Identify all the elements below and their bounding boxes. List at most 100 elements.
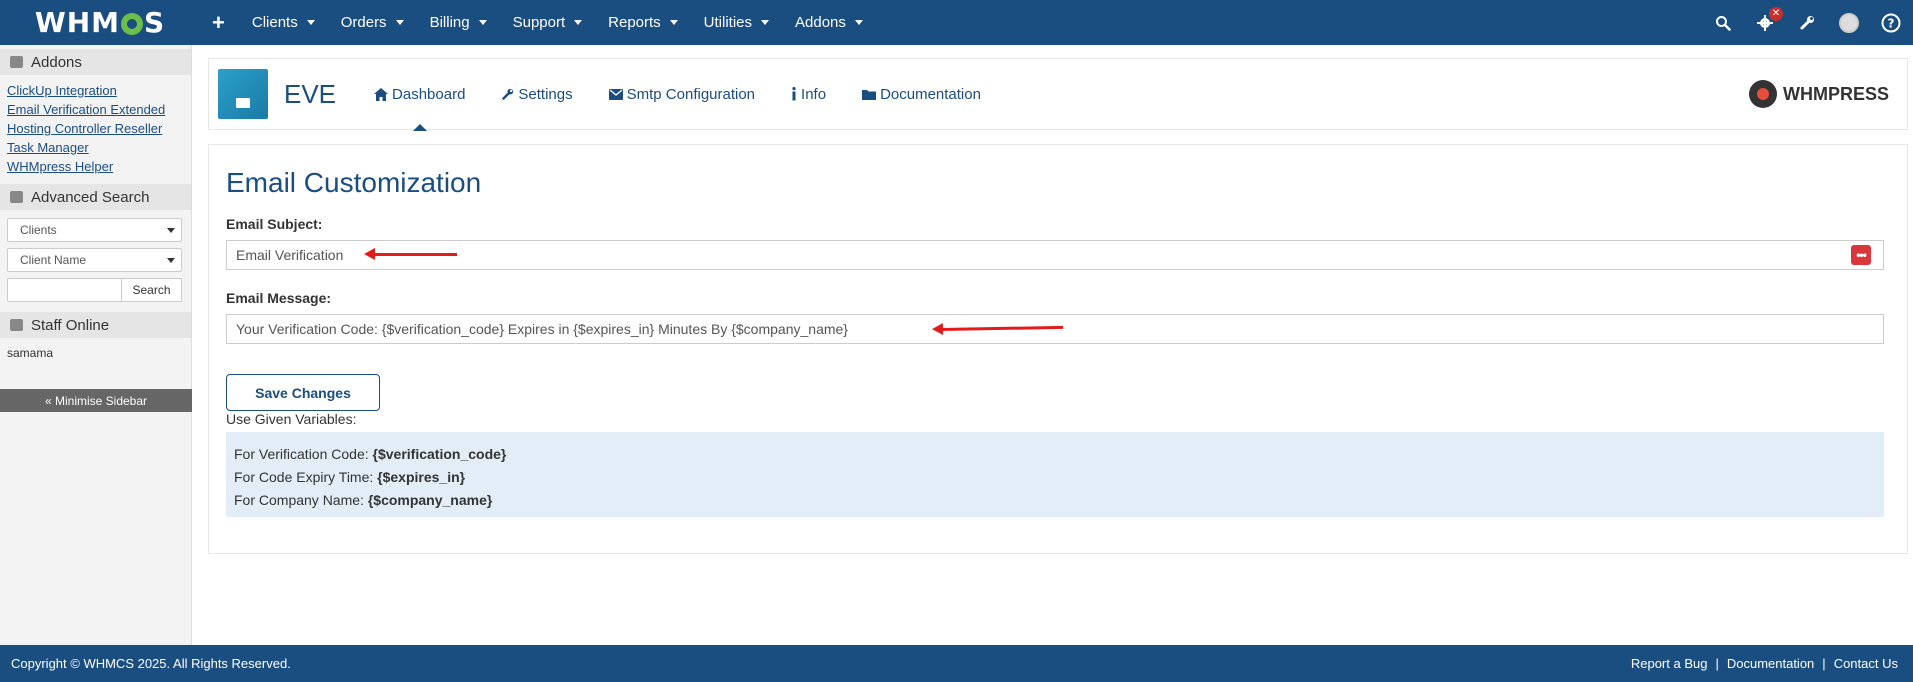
nav-clients-label: Clients bbox=[251, 14, 298, 31]
quick-add-button[interactable]: + bbox=[198, 10, 239, 36]
sidebar-search-button[interactable]: Search bbox=[122, 278, 182, 302]
nav-utilities-label: Utilities bbox=[703, 14, 753, 31]
nav-clients[interactable]: Clients bbox=[239, 14, 328, 31]
search-type-value: Clients bbox=[20, 223, 57, 237]
tab-dashboard[interactable]: Dashboard bbox=[356, 58, 483, 131]
tab-smtp-configuration[interactable]: Smtp Configuration bbox=[591, 58, 773, 130]
help-icon[interactable]: ? bbox=[1881, 13, 1901, 33]
home-icon bbox=[374, 87, 389, 101]
variable-company-name: For Company Name: {$company_name} bbox=[234, 489, 1876, 512]
search-type-select[interactable]: Clients bbox=[7, 218, 182, 242]
nav-reports-label: Reports bbox=[608, 14, 661, 31]
chevron-down-icon bbox=[167, 227, 175, 233]
svg-text:?: ? bbox=[1888, 16, 1895, 30]
tab-documentation-label: Documentation bbox=[880, 85, 981, 103]
staff-online-heading: Staff Online bbox=[0, 312, 191, 338]
password-manager-icon[interactable]: ••• bbox=[1851, 245, 1871, 265]
advanced-search-form: Clients Client Name Search bbox=[0, 210, 191, 308]
users-icon bbox=[10, 319, 23, 331]
sidebar-search-input[interactable] bbox=[7, 278, 122, 302]
tab-settings[interactable]: Settings bbox=[483, 58, 590, 130]
variable-token: {$company_name} bbox=[367, 492, 493, 508]
copyright: Copyright © WHMCS 2025. All Rights Reser… bbox=[11, 656, 291, 671]
tab-documentation[interactable]: Documentation bbox=[844, 58, 999, 130]
whmpress-brand[interactable]: WHMPRESS bbox=[1748, 80, 1889, 108]
sidebar-link-task-manager[interactable]: Task Manager bbox=[7, 138, 184, 157]
whmpress-brand-label: WHMPRESS bbox=[1782, 83, 1889, 104]
sidebar: Addons ClickUp Integration Email Verific… bbox=[0, 45, 192, 645]
eve-module-logo bbox=[218, 69, 268, 119]
binoculars-icon bbox=[10, 191, 23, 203]
chevron-down-icon bbox=[478, 20, 487, 25]
email-customization-panel: Email Customization Email Subject: Email… bbox=[208, 144, 1908, 554]
logo-text-right: S bbox=[144, 6, 166, 39]
search-field-select[interactable]: Client Name bbox=[7, 248, 182, 272]
variable-verification-code: For Verification Code: {$verification_co… bbox=[234, 443, 1876, 466]
footer-links: Report a Bug | Documentation | Contact Us bbox=[1627, 656, 1902, 671]
nav-utilities[interactable]: Utilities bbox=[691, 14, 782, 31]
tab-settings-label: Settings bbox=[518, 85, 573, 103]
staff-online-heading-label: Staff Online bbox=[31, 316, 110, 334]
nav-support-label: Support bbox=[512, 14, 566, 31]
tab-info[interactable]: Info bbox=[773, 58, 844, 130]
tab-dashboard-label: Dashboard bbox=[392, 85, 466, 103]
search-icon[interactable] bbox=[1713, 13, 1733, 33]
footer: Copyright © WHMCS 2025. All Rights Reser… bbox=[0, 645, 1913, 682]
nav-support[interactable]: Support bbox=[500, 14, 596, 31]
chevron-down-icon bbox=[574, 20, 583, 25]
chevron-down-icon bbox=[167, 257, 175, 263]
chevron-down-icon bbox=[854, 20, 863, 25]
email-subject-label: Email Subject: bbox=[226, 216, 323, 232]
minimise-sidebar-button[interactable]: « Minimise Sidebar bbox=[0, 389, 192, 412]
sidebar-link-email-verification[interactable]: Email Verification Extended bbox=[7, 100, 184, 119]
nav-billing[interactable]: Billing bbox=[417, 14, 500, 31]
tab-smtp-label: Smtp Configuration bbox=[626, 85, 756, 103]
use-given-variables-label: Use Given Variables: bbox=[226, 411, 357, 427]
variable-token: {$expires_in} bbox=[377, 469, 466, 485]
variable-label: For Code Expiry Time: bbox=[234, 469, 378, 485]
chevron-down-icon bbox=[395, 20, 404, 25]
module-header: EVE Dashboard Settings Smtp Configuratio… bbox=[208, 58, 1908, 131]
info-icon bbox=[792, 87, 796, 101]
sidebar-link-whmpress-helper[interactable]: WHMpress Helper bbox=[7, 157, 184, 176]
top-navigation: WHM S + Clients Orders Billing Support Re… bbox=[0, 0, 1913, 45]
sidebar-link-clickup[interactable]: ClickUp Integration bbox=[7, 81, 184, 100]
logo-gear-icon bbox=[121, 12, 143, 35]
footer-link-documentation[interactable]: Documentation bbox=[1727, 656, 1814, 671]
variable-label: For Verification Code: bbox=[234, 446, 373, 462]
sidebar-search: Search bbox=[7, 278, 182, 302]
search-field-value: Client Name bbox=[20, 253, 87, 267]
email-message-value: Your Verification Code: {$verification_c… bbox=[236, 321, 848, 337]
advanced-search-heading: Advanced Search bbox=[0, 184, 191, 210]
gear-icon[interactable]: ✕ bbox=[1755, 6, 1783, 33]
variable-token: {$verification_code} bbox=[372, 446, 507, 462]
logo-text-left: WHM bbox=[34, 6, 120, 39]
wrench-icon[interactable] bbox=[1797, 13, 1817, 33]
save-changes-button[interactable]: Save Changes bbox=[226, 374, 380, 411]
whmpress-logo-icon bbox=[1748, 80, 1777, 108]
footer-link-contact-us[interactable]: Contact Us bbox=[1834, 656, 1898, 671]
nav-reports[interactable]: Reports bbox=[595, 14, 691, 31]
variable-label: For Company Name: bbox=[234, 492, 368, 508]
nav-orders-label: Orders bbox=[340, 14, 387, 31]
nav-addons[interactable]: Addons bbox=[782, 14, 876, 31]
notification-badge: ✕ bbox=[1769, 6, 1783, 21]
footer-separator: | bbox=[1715, 656, 1719, 671]
footer-separator: | bbox=[1822, 656, 1826, 671]
avatar[interactable] bbox=[1839, 12, 1859, 33]
page-title: Email Customization bbox=[226, 167, 482, 198]
wrench-icon bbox=[502, 88, 514, 100]
email-subject-value: Email Verification bbox=[236, 247, 344, 263]
addons-links: ClickUp Integration Email Verification E… bbox=[0, 75, 191, 180]
whmcs-logo[interactable]: WHM S bbox=[0, 0, 200, 45]
nav-orders[interactable]: Orders bbox=[328, 14, 417, 31]
folder-icon bbox=[862, 89, 877, 100]
sidebar-link-hosting-controller[interactable]: Hosting Controller Reseller bbox=[7, 119, 184, 138]
nav-addons-label: Addons bbox=[795, 14, 846, 31]
email-subject-input[interactable]: Email Verification ••• bbox=[226, 240, 1884, 270]
staff-member: samama bbox=[7, 346, 54, 360]
nav-right-icons: ✕ ? bbox=[1713, 6, 1913, 33]
variables-box: For Verification Code: {$verification_co… bbox=[226, 432, 1884, 517]
footer-link-report-bug[interactable]: Report a Bug bbox=[1631, 656, 1708, 671]
chevron-down-icon bbox=[306, 20, 315, 25]
